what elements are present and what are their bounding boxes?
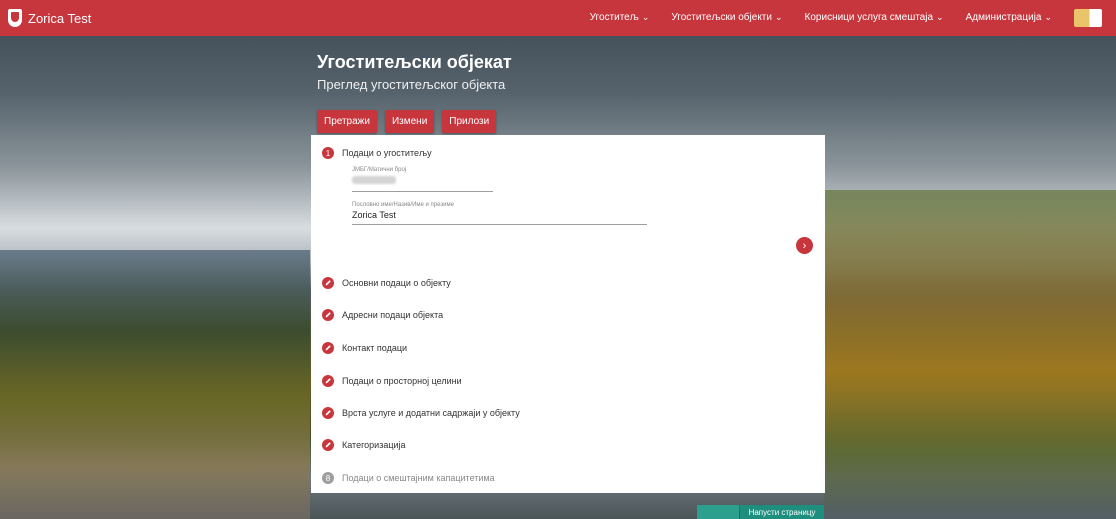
menu-facilities[interactable]: Угоститељски објекти ⌄ <box>671 12 782 23</box>
step-label: Врста услуге и додатни садржаји у објект… <box>342 408 520 418</box>
stepper-card: 1 Подаци о угоститељу ЈМБГ/Матични број … <box>311 135 825 493</box>
menu-administration-label: Администрација <box>965 12 1042 23</box>
pencil-icon <box>322 309 334 321</box>
main-menu: Угоститељ ⌄ Угоститељски објекти ⌄ Корисни… <box>590 12 1052 23</box>
menu-caterer-label: Угоститељ <box>589 12 639 23</box>
jmbg-field[interactable]: ЈМБГ/Матични број <box>352 167 493 192</box>
chevron-right-icon: › <box>802 239 807 252</box>
search-button[interactable]: Претражи <box>317 110 377 133</box>
step-caterer-data[interactable]: 1 Подаци о угоститељу <box>322 147 432 159</box>
menu-caterer[interactable]: Угоститељ ⌄ <box>590 12 650 23</box>
business-name-field-value: Zorica Test <box>352 210 396 220</box>
step-label: Адресни подаци објекта <box>342 310 444 320</box>
step-basic-data[interactable]: Основни подаци о објекту <box>322 277 451 289</box>
menu-guests[interactable]: Корисници услуга смештаја ⌄ <box>805 12 944 23</box>
business-name-field-label: Пословно име/Назив/Име и презиме <box>352 202 454 208</box>
language-flag-icon[interactable] <box>1074 9 1102 27</box>
menu-administration[interactable]: Администрација ⌄ <box>966 12 1052 23</box>
chevron-down-icon: ⌄ <box>641 12 650 22</box>
menu-facilities-label: Угоститељски објекти <box>671 12 772 23</box>
business-name-field[interactable]: Пословно име/Назив/Име и презиме Zorica … <box>352 202 647 225</box>
next-step-button[interactable]: › <box>796 237 813 254</box>
step-label: Подаци о просторној целини <box>342 376 462 386</box>
chevron-down-icon: ⌄ <box>1044 12 1052 22</box>
page-subtitle: Преглед угоститељског објекта <box>317 77 506 92</box>
step-categorization[interactable]: Категоризација <box>322 439 406 451</box>
jmbg-field-label: ЈМБГ/Матични број <box>352 167 407 173</box>
pencil-icon <box>322 342 334 354</box>
step-number-badge: 8 <box>322 472 334 484</box>
chevron-down-icon: ⌄ <box>936 12 944 22</box>
crest-icon <box>8 9 22 27</box>
page-title: Угоститељски објекат <box>317 52 512 72</box>
background-left-scenery <box>0 250 310 519</box>
chevron-down-icon: ⌄ <box>774 12 783 22</box>
edit-button[interactable]: Измени <box>384 110 435 133</box>
pencil-icon <box>322 439 334 451</box>
field-underline <box>352 224 647 225</box>
action-buttons: Претражи Измени Прилози <box>317 110 497 133</box>
step-accommodation-capacity[interactable]: 8 Подаци о смештајним капацитетима <box>322 472 495 484</box>
brand[interactable]: Zorica Test <box>8 9 91 27</box>
step-number-badge: 1 <box>322 147 334 159</box>
footer-strip <box>697 505 739 519</box>
step-label: Контакт подаци <box>342 343 408 353</box>
leave-page-button[interactable]: Напусти страницу <box>740 505 824 519</box>
pencil-icon <box>322 407 334 419</box>
menu-guests-label: Корисници услуга смештаја <box>804 12 934 23</box>
step-spatial-unit-data[interactable]: Подаци о просторној целини <box>322 375 462 387</box>
background-right-scenery <box>824 190 1116 519</box>
step-label: Основни подаци о објекту <box>342 278 451 288</box>
step-address-data[interactable]: Адресни подаци објекта <box>322 309 443 321</box>
step-label: Подаци о угоститељу <box>342 148 432 158</box>
step-label: Подаци о смештајним капацитетима <box>342 473 495 483</box>
pencil-icon <box>322 277 334 289</box>
field-underline <box>352 191 493 192</box>
brand-label: Zorica Test <box>28 10 92 26</box>
jmbg-field-value-redacted <box>352 176 396 184</box>
step-service-type[interactable]: Врста услуге и додатни садржаји у објект… <box>322 407 520 419</box>
attachments-button[interactable]: Прилози <box>442 110 497 133</box>
step-label: Категоризација <box>342 440 406 450</box>
step-contact-data[interactable]: Контакт подаци <box>322 342 407 354</box>
pencil-icon <box>322 375 334 387</box>
top-navigation-bar: Zorica Test Угоститељ ⌄ Угоститељски обје… <box>0 0 1116 36</box>
page-header: Угоститељски објекат Преглед угоститељск… <box>317 52 512 92</box>
